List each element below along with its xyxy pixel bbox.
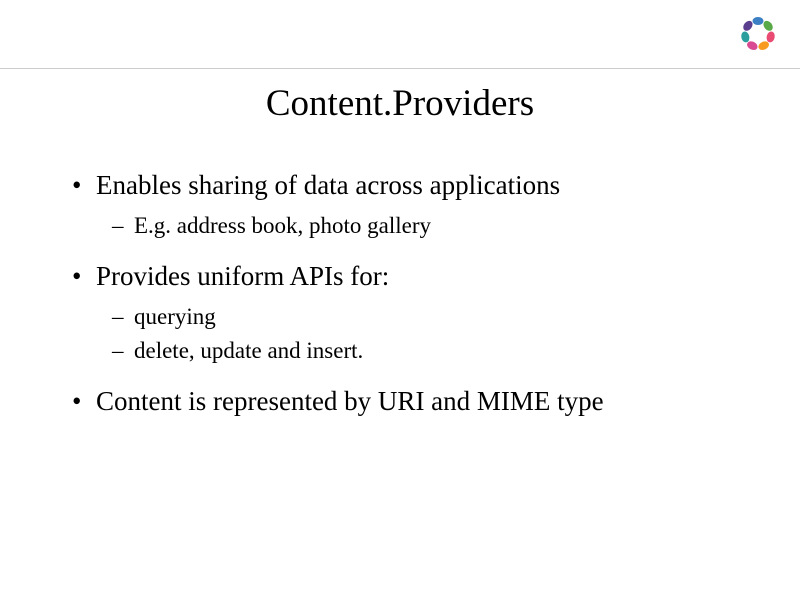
bullet-item: Content is represented by URI and MIME t…	[72, 384, 728, 419]
slide-title: Content.Providers	[0, 82, 800, 125]
bullet-item: Enables sharing of data across applicati…	[72, 168, 728, 203]
bullet-sub-item: delete, update and insert.	[72, 336, 728, 366]
bullet-sub-item: querying	[72, 302, 728, 332]
header-divider	[0, 68, 800, 69]
bullet-sub-item: E.g. address book, photo gallery	[72, 211, 728, 241]
bullet-item: Provides uniform APIs for:	[72, 259, 728, 294]
logo-icon	[736, 12, 780, 56]
slide-content: Enables sharing of data across applicati…	[72, 168, 728, 437]
